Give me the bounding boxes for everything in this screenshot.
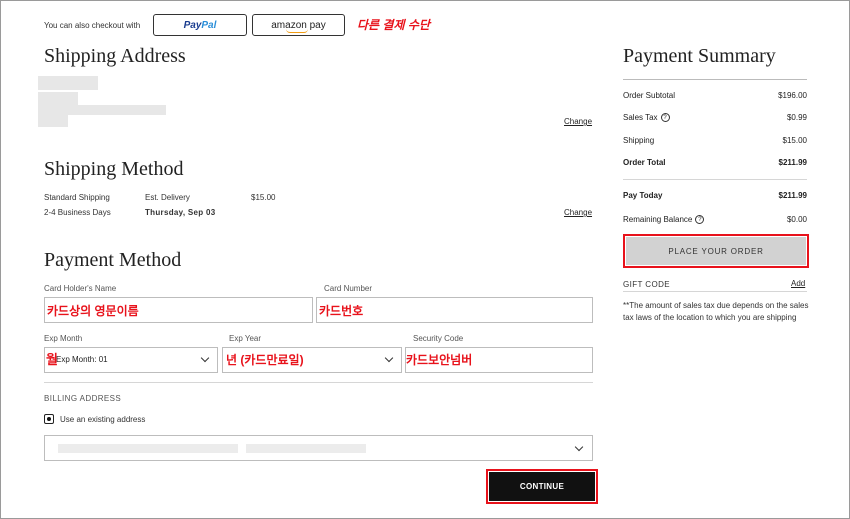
shipping-method-name: Standard Shipping (44, 193, 110, 202)
continue-button[interactable]: CONTINUE (486, 469, 598, 504)
summary-label: Shipping (623, 136, 655, 145)
summary-row-shipping: Shipping $15.00 (623, 136, 807, 145)
shipping-method-title: Shipping Method (44, 158, 184, 180)
summary-label: Remaining Balance (623, 215, 693, 224)
shipping-price: $15.00 (251, 193, 276, 202)
help-icon[interactable]: ? (660, 113, 670, 123)
exp-month-label: Exp Month (44, 334, 83, 343)
summary-row-remaining: Remaining Balance? $0.00 (623, 215, 807, 225)
exp-month-value: Exp Month: 01 (56, 355, 108, 364)
alt-checkout-annotation: 다른 결제 수단 (357, 18, 430, 32)
card-number-label: Card Number (324, 284, 373, 293)
gift-code-add-link[interactable]: Add (791, 279, 805, 288)
paypal-button[interactable]: Pay Pal (153, 14, 247, 36)
summary-label: Pay Today (623, 191, 663, 200)
exp-month-annotation: 월 (46, 352, 58, 367)
billing-address-redacted (58, 444, 238, 453)
divider (623, 179, 807, 180)
summary-value: $211.99 (778, 191, 807, 200)
summary-label: Order Subtotal (623, 91, 676, 100)
address-redacted (38, 115, 68, 127)
summary-value: $0.99 (786, 113, 807, 122)
existing-address-radio[interactable] (44, 414, 54, 424)
summary-value: $0.00 (786, 215, 807, 224)
help-icon[interactable]: ? (695, 215, 705, 225)
shipping-address-title: Shipping Address (44, 45, 186, 67)
security-code-label: Security Code (413, 334, 464, 343)
est-delivery-date: Thursday, Sep 03 (145, 208, 216, 217)
summary-label: Order Total (623, 158, 666, 167)
divider (623, 79, 807, 80)
paypal-logo-pal: Pal (201, 19, 217, 31)
shipping-method-days: 2-4 Business Days (44, 208, 111, 217)
address-redacted (38, 76, 98, 90)
sales-tax-note: **The amount of sales tax due depends on… (623, 301, 809, 322)
gift-code-label: GIFT CODE (623, 280, 671, 289)
place-order-button[interactable]: PLACE YOUR ORDER (623, 234, 809, 268)
existing-address-label: Use an existing address (60, 415, 146, 424)
address-redacted (38, 105, 166, 115)
summary-row-order-total: Order Total $211.99 (623, 158, 807, 167)
summary-label: Sales Tax (623, 113, 658, 122)
card-number-annotation: 카드번호 (319, 304, 364, 318)
summary-value: $196.00 (778, 91, 807, 100)
summary-row-sales-tax: Sales Tax? $0.99 (623, 113, 807, 123)
card-holder-annotation: 카드상의 영문이름 (47, 304, 139, 318)
est-delivery-label: Est. Delivery (145, 193, 190, 202)
summary-value: $211.99 (778, 158, 807, 167)
paypal-logo-pay: Pay (183, 19, 202, 31)
change-shipping-link[interactable]: Change (564, 208, 592, 217)
alt-checkout-row: You can also checkout with (44, 14, 140, 36)
divider (623, 291, 807, 292)
summary-row-subtotal: Order Subtotal $196.00 (623, 91, 807, 100)
address-redacted (38, 92, 78, 106)
payment-method-title: Payment Method (44, 249, 182, 271)
divider (44, 382, 593, 383)
amazon-smile-icon (286, 29, 308, 33)
billing-address-label: BILLING ADDRESS (44, 394, 122, 403)
billing-address-redacted (246, 444, 366, 453)
alt-checkout-text: You can also checkout with (44, 20, 141, 30)
amazon-pay-button[interactable]: amazon pay (252, 14, 345, 36)
exp-year-annotation: 년 (카드만료일) (226, 353, 304, 367)
security-code-annotation: 카드보안넘버 (406, 353, 473, 367)
summary-row-pay-today: Pay Today $211.99 (623, 191, 807, 200)
card-holder-label: Card Holder's Name (44, 284, 117, 293)
summary-value: $15.00 (782, 136, 807, 145)
payment-summary-title: Payment Summary (623, 45, 776, 67)
change-address-link[interactable]: Change (564, 117, 592, 126)
exp-year-label: Exp Year (229, 334, 262, 343)
